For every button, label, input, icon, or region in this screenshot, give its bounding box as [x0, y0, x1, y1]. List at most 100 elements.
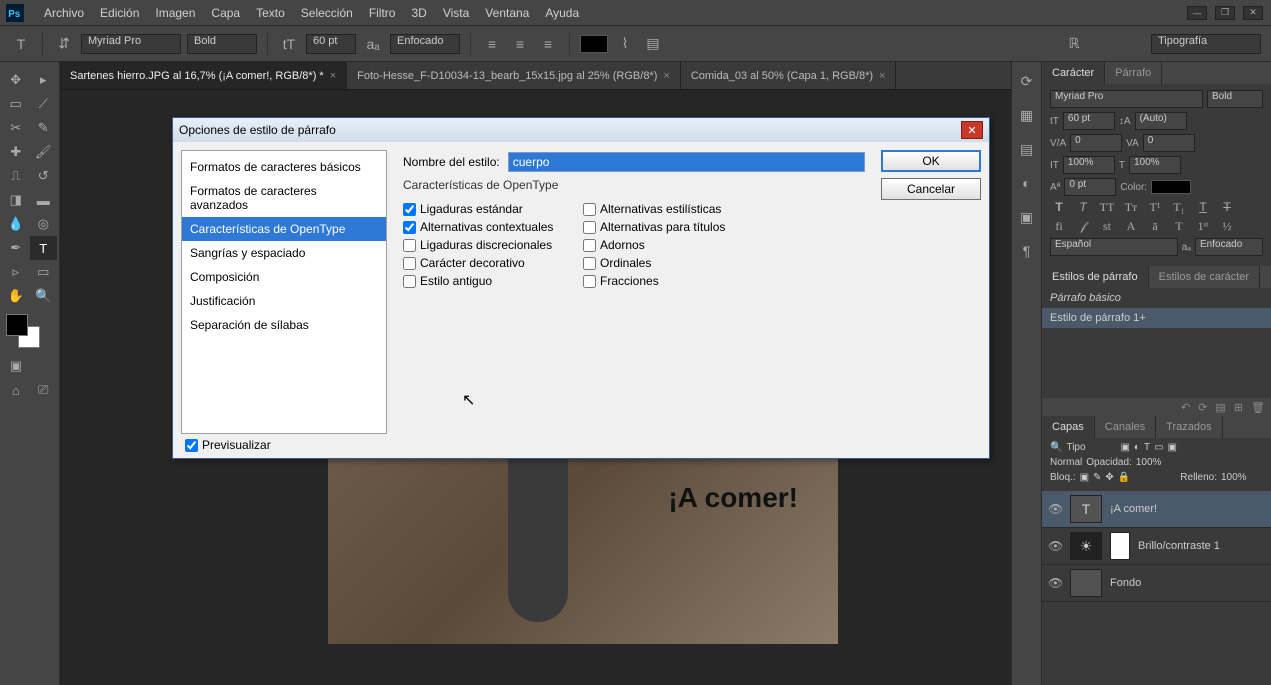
filter-type[interactable]: Tipo — [1066, 442, 1116, 453]
window-min-icon[interactable]: — — [1187, 6, 1207, 20]
tab-caracter[interactable]: Carácter — [1042, 62, 1105, 84]
oldstyle-icon[interactable]: 1ˢᵗ — [1194, 219, 1212, 234]
history-brush-icon[interactable]: ↺ — [30, 164, 58, 188]
hand-tool-icon[interactable]: ✋ — [2, 284, 30, 308]
char-font[interactable]: Myriad Pro — [1050, 90, 1203, 108]
path-select-icon[interactable]: ▸ — [30, 68, 58, 92]
doc-tab-2[interactable]: Comida_03 al 50% (Capa 1, RGB/8*)× — [681, 62, 897, 89]
strike-icon[interactable]: T — [1218, 200, 1236, 215]
check-fractions[interactable]: Fracciones — [583, 274, 753, 288]
brush-tool-icon[interactable]: 🖌 — [30, 140, 58, 164]
char-weight[interactable]: Bold — [1207, 90, 1263, 108]
text-color-swatch[interactable] — [580, 35, 608, 53]
sidebar-item-justification[interactable]: Justificación — [182, 289, 386, 313]
check-ornaments[interactable]: Adornos — [583, 238, 753, 252]
fill-field[interactable]: 100% — [1221, 472, 1263, 483]
sidebar-item-advanced-formats[interactable]: Formatos de caracteres avanzados — [182, 179, 386, 217]
fi-icon[interactable]: fi — [1050, 219, 1068, 234]
char-baseline[interactable]: 0 pt — [1064, 178, 1116, 196]
menu-ventana[interactable]: Ventana — [477, 6, 537, 20]
zoom-tool-icon[interactable]: 🔍 — [30, 284, 58, 308]
stylename-input[interactable] — [508, 152, 865, 172]
menu-vista[interactable]: Vista — [435, 6, 477, 20]
menu-edicion[interactable]: Edición — [92, 6, 147, 20]
menu-filtro[interactable]: Filtro — [361, 6, 404, 20]
dialog-titlebar[interactable]: Opciones de estilo de párrafo ✕ — [173, 118, 989, 142]
blur-tool-icon[interactable]: 💧 — [2, 212, 30, 236]
opacity-field[interactable]: 100% — [1136, 457, 1178, 468]
actions-panel-icon[interactable]: ▤ — [1018, 140, 1036, 158]
swatches-panel-icon[interactable]: ▦ — [1018, 106, 1036, 124]
color-swatch[interactable] — [6, 314, 40, 348]
font-family-select[interactable]: Myriad Pro — [81, 34, 181, 54]
folder-icon[interactable]: ▤ — [1215, 401, 1225, 414]
filter-image-icon[interactable]: ▣ — [1120, 442, 1129, 453]
stylistic-icon[interactable]: st — [1098, 219, 1116, 234]
healing-tool-icon[interactable]: ✚ — [2, 140, 30, 164]
visibility-icon[interactable]: 👁 — [1048, 576, 1062, 590]
sidebar-item-indents[interactable]: Sangrías y espaciado — [182, 241, 386, 265]
menu-imagen[interactable]: Imagen — [147, 6, 203, 20]
lock-trans-icon[interactable]: ▣ — [1080, 472, 1089, 483]
char-size[interactable]: 60 pt — [1063, 112, 1115, 130]
layer-row[interactable]: 👁Fondo — [1042, 565, 1271, 602]
char-kerning[interactable]: 0 — [1070, 134, 1122, 152]
smallcaps-icon[interactable]: Tᴛ — [1122, 200, 1140, 215]
workspace-select[interactable]: Tipografía — [1151, 34, 1261, 54]
filter-text-icon[interactable]: T — [1144, 442, 1150, 453]
screenmode-icon[interactable]: ⌂ — [2, 378, 30, 402]
menu-ayuda[interactable]: Ayuda — [537, 6, 587, 20]
check-titling-alts[interactable]: Alternativas para títulos — [583, 220, 753, 234]
move-tool-icon[interactable]: ✥ — [2, 68, 30, 92]
layer-row[interactable]: 👁T¡A comer! — [1042, 491, 1271, 528]
cancel-button[interactable]: Cancelar — [881, 178, 981, 200]
menu-capa[interactable]: Capa — [203, 6, 248, 20]
visibility-icon[interactable]: 👁 — [1048, 539, 1062, 553]
close-icon[interactable]: × — [663, 70, 669, 82]
font-size-select[interactable]: 60 pt — [306, 34, 356, 54]
align-right-icon[interactable]: ≡ — [537, 33, 559, 55]
history-panel-icon[interactable]: ⟳ — [1018, 72, 1036, 90]
char-tracking[interactable]: 0 — [1143, 134, 1195, 152]
window-close-icon[interactable]: ✕ — [1243, 6, 1263, 20]
char-lang[interactable]: Español — [1050, 238, 1178, 256]
visibility-icon[interactable]: 👁 — [1048, 502, 1062, 516]
lock-paint-icon[interactable]: ✎ — [1093, 472, 1101, 483]
tab-canales[interactable]: Canales — [1095, 416, 1156, 438]
dodge-tool-icon[interactable]: ◎ — [30, 212, 58, 236]
stamp-tool-icon[interactable]: ⎍ — [2, 164, 30, 188]
sidebar-item-basic-formats[interactable]: Formatos de caracteres básicos — [182, 155, 386, 179]
allcaps-icon[interactable]: TT — [1098, 200, 1116, 215]
superscript-icon[interactable]: T¹ — [1146, 200, 1164, 215]
dialog-close-icon[interactable]: ✕ — [961, 121, 983, 139]
filter-adj-icon[interactable]: ◐ — [1134, 442, 1140, 453]
blend-mode[interactable]: Normal — [1050, 457, 1082, 468]
adjustments-panel-icon[interactable]: ◐ — [1018, 174, 1036, 192]
eyedropper-icon[interactable]: ✎ — [30, 116, 58, 140]
pen-tool-icon[interactable]: ✒ — [2, 236, 30, 260]
window-max-icon[interactable]: ❐ — [1215, 6, 1235, 20]
char-leading[interactable]: (Auto) — [1135, 112, 1187, 130]
reload-icon[interactable]: ⟳ — [1198, 401, 1207, 414]
direct-select-icon[interactable]: ▹ — [2, 260, 30, 284]
filter-shape-icon[interactable]: ▭ — [1154, 442, 1163, 453]
tab-estilos-parrafo[interactable]: Estilos de párrafo — [1042, 266, 1149, 288]
contextual-icon[interactable]: ā — [1146, 219, 1164, 234]
char-panel-toggle-icon[interactable]: ▤ — [642, 33, 664, 55]
warp-text-icon[interactable]: ⌇ — [614, 33, 636, 55]
quickmask-icon[interactable]: ▣ — [2, 354, 30, 378]
style-item[interactable]: Estilo de párrafo 1+ — [1042, 308, 1271, 328]
3d-icon[interactable]: ℝ — [1063, 33, 1085, 55]
filter-icon[interactable]: 🔍 — [1050, 442, 1062, 453]
check-stylistic-alts[interactable]: Alternativas estilísticas — [583, 202, 753, 216]
shape-tool-icon[interactable]: ▭ — [30, 260, 58, 284]
style-item[interactable]: Párrafo básico — [1042, 288, 1271, 308]
lock-all-icon[interactable]: 🔒 — [1118, 472, 1130, 483]
swash-icon[interactable]: 𝒻 — [1074, 219, 1092, 234]
bold-icon[interactable]: T — [1050, 200, 1068, 215]
screenmode-2-icon[interactable]: ⎚ — [30, 378, 58, 402]
crop-tool-icon[interactable]: ✂ — [2, 116, 30, 140]
eraser-tool-icon[interactable]: ◨ — [2, 188, 30, 212]
marquee-tool-icon[interactable]: ▭ — [2, 92, 30, 116]
paragraph-panel-icon[interactable]: ¶ — [1018, 242, 1036, 260]
